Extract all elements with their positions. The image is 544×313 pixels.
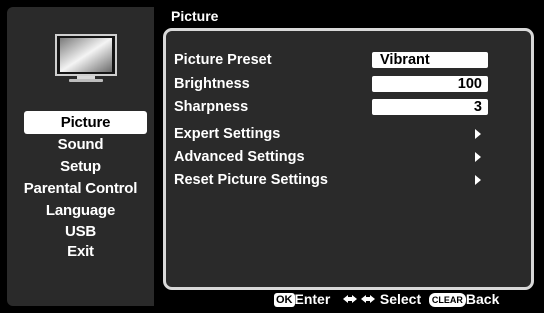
reset-picture-settings-label: Reset Picture Settings (174, 172, 328, 188)
footer-hints: OK Enter Select CLEAR Back (274, 290, 499, 308)
picture-preset-value[interactable]: Vibrant (372, 52, 488, 68)
tv-icon (55, 34, 117, 82)
settings-panel: Picture Preset Vibrant Brightness 100 Sh… (163, 28, 534, 290)
enter-hint: Enter (294, 291, 331, 307)
brightness-label: Brightness (174, 76, 250, 92)
ok-button-icon: OK (274, 293, 295, 307)
sidebar-item-parental-control[interactable]: Parental Control (7, 178, 154, 200)
sidebar-item-exit[interactable]: Exit (7, 242, 154, 262)
sidebar-item-usb[interactable]: USB (7, 222, 154, 242)
brightness-row[interactable]: Brightness (174, 74, 250, 94)
select-hint: Select (379, 291, 422, 307)
up-down-arrows-icon (342, 295, 375, 303)
sidebar-item-language[interactable]: Language (7, 200, 154, 222)
advanced-settings-row[interactable]: Advanced Settings (174, 147, 305, 167)
sidebar-item-sound[interactable]: Sound (7, 134, 154, 156)
sidebar-menu: Picture Sound Setup Parental Control Lan… (7, 111, 154, 262)
chevron-right-icon (475, 175, 481, 185)
back-hint: Back (465, 291, 500, 307)
expert-settings-label: Expert Settings (174, 126, 281, 142)
brightness-value[interactable]: 100 (372, 76, 488, 92)
sidebar-item-setup[interactable]: Setup (7, 156, 154, 178)
picture-preset-row[interactable]: Picture Preset (174, 50, 272, 70)
sharpness-label: Sharpness (174, 99, 249, 115)
advanced-settings-label: Advanced Settings (174, 149, 305, 165)
chevron-right-icon (475, 152, 481, 162)
sidebar: Picture Sound Setup Parental Control Lan… (7, 7, 154, 306)
chevron-right-icon (475, 129, 481, 139)
sharpness-value[interactable]: 3 (372, 99, 488, 115)
reset-picture-settings-row[interactable]: Reset Picture Settings (174, 170, 328, 190)
page-title: Picture (171, 8, 219, 24)
picture-preset-label: Picture Preset (174, 52, 272, 68)
expert-settings-row[interactable]: Expert Settings (174, 124, 280, 144)
sidebar-item-picture[interactable]: Picture (24, 111, 147, 134)
sharpness-row[interactable]: Sharpness (174, 97, 248, 117)
clear-button-icon: CLEAR (428, 293, 466, 307)
